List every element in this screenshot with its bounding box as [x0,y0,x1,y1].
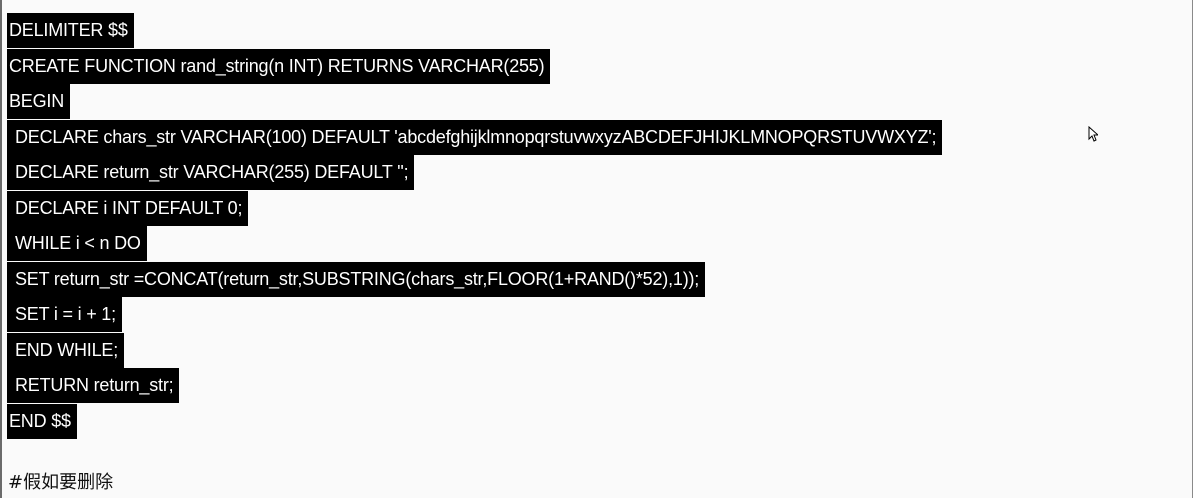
code-line: END WHILE; [7,332,942,369]
code-line-text[interactable]: WHILE i < n DO [7,226,147,261]
code-line: DECLARE return_str VARCHAR(255) DEFAULT … [7,155,942,191]
code-line: DECLARE chars_str VARCHAR(100) DEFAULT '… [7,119,943,156]
document-area[interactable]: DELIMITER $$ CREATE FUNCTION rand_string… [0,0,1193,498]
code-line-text[interactable]: RETURN return_str; [7,368,180,403]
code-line: DECLARE i INT DEFAULT 0; [7,190,942,227]
code-line: WHILE i < n DO [7,226,942,262]
selected-sql-code[interactable]: DELIMITER $$ CREATE FUNCTION rand_string… [7,13,943,440]
code-line-text[interactable]: END $$ [7,403,77,439]
comment-text[interactable]: #假如要删除 [8,468,113,494]
code-line: BEGIN [7,84,942,120]
code-line-text[interactable]: DECLARE i INT DEFAULT 0; [7,190,249,226]
code-line-text[interactable]: DELIMITER $$ [7,13,134,48]
code-line: SET i = i + 1; [7,297,942,333]
code-line: DELIMITER $$ [7,13,942,49]
code-line-text[interactable]: DECLARE return_str VARCHAR(255) DEFAULT … [7,155,415,190]
code-line: RETURN return_str; [7,368,942,404]
code-line-text[interactable]: SET return_str =CONCAT(return_str,SUBSTR… [7,261,706,297]
code-line: END $$ [7,403,942,440]
code-line: CREATE FUNCTION rand_string(n INT) RETUR… [7,48,942,85]
code-line-text[interactable]: CREATE FUNCTION rand_string(n INT) RETUR… [7,48,551,84]
code-line-text[interactable]: END WHILE; [7,332,125,368]
code-line-text[interactable]: DECLARE chars_str VARCHAR(100) DEFAULT '… [7,119,943,155]
mouse-pointer-icon [1088,126,1098,142]
code-line-text[interactable]: BEGIN [7,84,71,119]
code-line: SET return_str =CONCAT(return_str,SUBSTR… [7,261,942,298]
code-line-text[interactable]: SET i = i + 1; [7,297,122,332]
